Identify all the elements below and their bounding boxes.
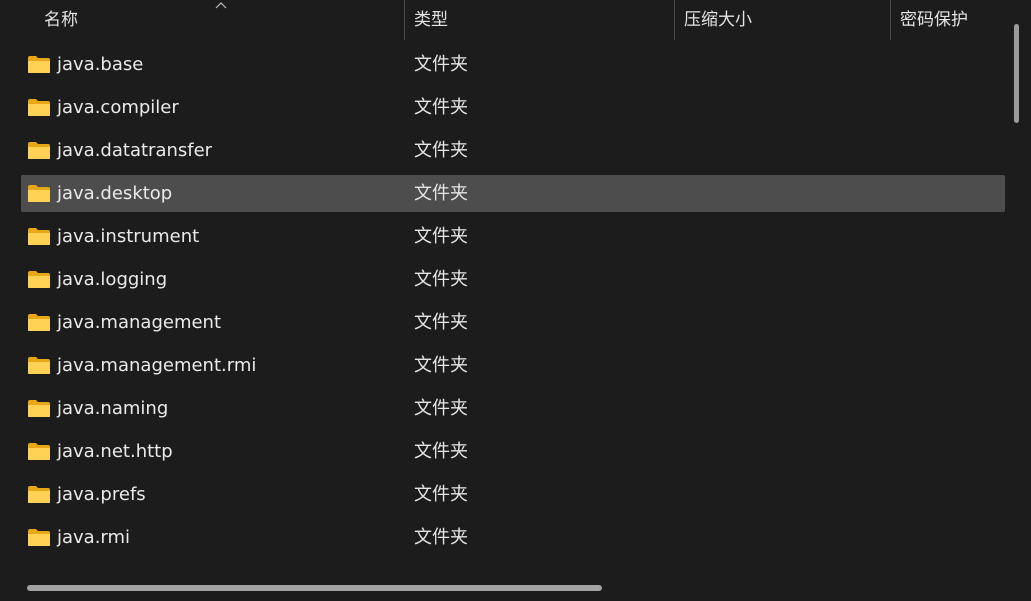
column-header-type[interactable]: 类型 [414,0,448,40]
file-name: java.management.rmi [57,355,257,376]
file-name: java.logging [57,269,168,290]
folder-icon [28,185,50,202]
file-name: java.base [57,54,144,75]
folder-icon [28,400,50,417]
file-type: 文件夹 [414,527,468,548]
folder-icon [28,56,50,73]
file-type: 文件夹 [414,183,468,204]
folder-icon [28,99,50,116]
file-type: 文件夹 [414,269,468,290]
file-type: 文件夹 [414,54,468,75]
folder-icon [28,271,50,288]
file-name: java.prefs [57,484,146,505]
file-name: java.datatransfer [57,140,213,161]
column-header-compressed-size[interactable]: 压缩大小 [684,0,752,40]
file-name: java.naming [57,398,169,419]
column-separator[interactable] [674,0,675,40]
folder-icon [28,357,50,374]
file-row[interactable]: java.net.http 文件夹 [21,433,1005,470]
folder-icon [28,228,50,245]
sort-ascending-icon [215,2,227,9]
folder-icon [28,314,50,331]
file-row[interactable]: java.management 文件夹 [21,304,1005,341]
file-type: 文件夹 [414,97,468,118]
folder-icon [28,486,50,503]
file-type: 文件夹 [414,312,468,333]
file-type: 文件夹 [414,441,468,462]
folder-icon [28,142,50,159]
file-type: 文件夹 [414,484,468,505]
horizontal-scrollbar-thumb[interactable] [27,585,602,591]
file-row[interactable]: java.compiler 文件夹 [21,89,1005,126]
column-separator[interactable] [404,0,405,40]
folder-icon [28,443,50,460]
file-row[interactable]: java.naming 文件夹 [21,390,1005,427]
file-row[interactable]: java.base 文件夹 [21,46,1005,83]
file-name: java.desktop [57,183,173,204]
file-type: 文件夹 [414,355,468,376]
file-type: 文件夹 [414,226,468,247]
file-row[interactable]: java.datatransfer 文件夹 [21,132,1005,169]
file-name: java.rmi [57,527,131,548]
file-row[interactable]: java.prefs 文件夹 [21,476,1005,513]
file-type: 文件夹 [414,140,468,161]
file-row[interactable]: java.desktop 文件夹 [21,175,1005,212]
file-name: java.net.http [57,441,173,462]
file-type: 文件夹 [414,398,468,419]
column-separator[interactable] [890,0,891,40]
file-row[interactable]: java.rmi 文件夹 [21,519,1005,556]
column-header-name[interactable]: 名称 [44,0,78,40]
column-header-bar: 名称 类型 压缩大小 密码保护 [0,0,1031,40]
file-name: java.compiler [57,97,179,118]
file-row[interactable]: java.logging 文件夹 [21,261,1005,298]
file-row[interactable]: java.instrument 文件夹 [21,218,1005,255]
vertical-scrollbar-thumb[interactable] [1014,24,1019,123]
file-row[interactable]: java.management.rmi 文件夹 [21,347,1005,384]
folder-icon [28,529,50,546]
column-header-password-protected[interactable]: 密码保护 [900,0,968,40]
file-name: java.instrument [57,226,200,247]
file-name: java.management [57,312,222,333]
